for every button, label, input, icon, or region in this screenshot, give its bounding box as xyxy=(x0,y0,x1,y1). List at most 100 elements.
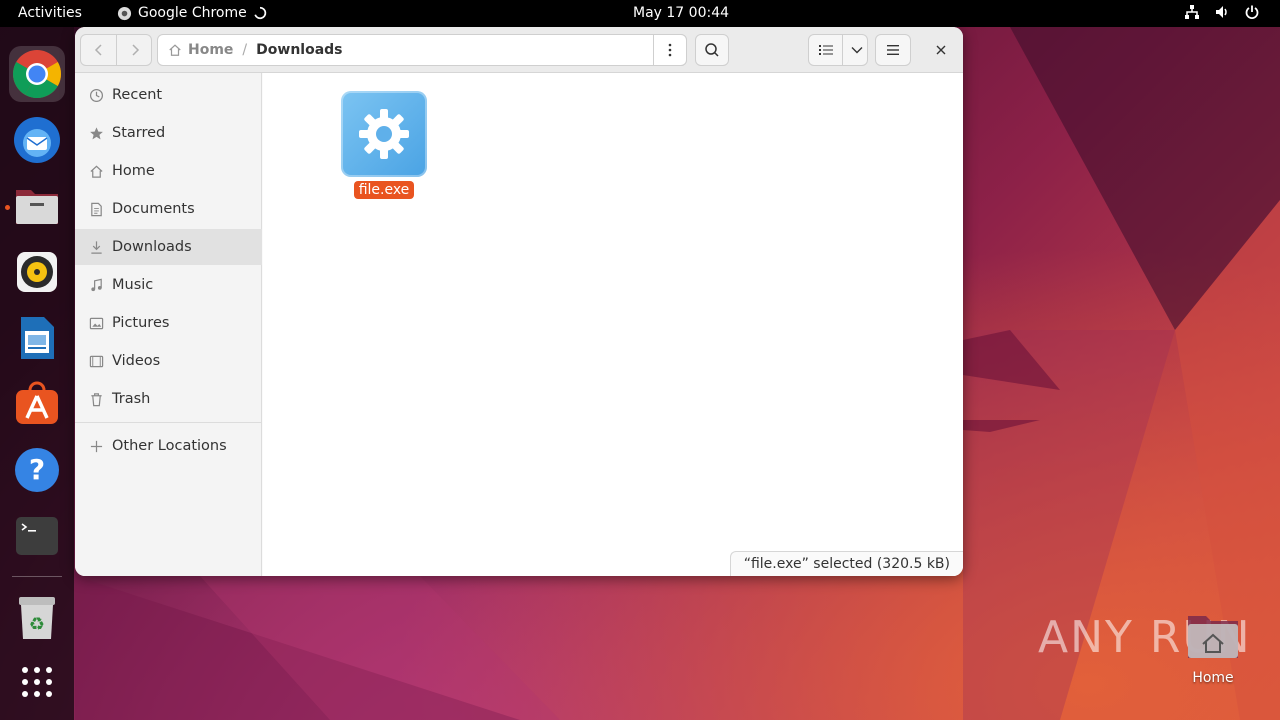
trash-icon: ♻ xyxy=(19,597,55,639)
app-center-icon xyxy=(16,381,58,424)
chevron-left-icon xyxy=(94,44,102,56)
activities-button[interactable]: Activities xyxy=(18,5,82,21)
help-icon: ? xyxy=(15,448,59,492)
sidebar-item-music[interactable]: Music xyxy=(75,267,262,303)
top-bar: Activities Google Chrome May 17 00:44 xyxy=(0,0,1280,27)
clock-icon xyxy=(88,87,104,103)
sidebar-item-label: Music xyxy=(112,277,154,293)
video-icon xyxy=(88,353,104,369)
sidebar-item-other-locations[interactable]: Other Locations xyxy=(75,428,262,464)
breadcrumb-current[interactable]: Downloads xyxy=(256,42,342,58)
files-icon xyxy=(16,190,58,224)
selection-status: “file.exe” selected (320.5 kB) xyxy=(729,551,963,576)
home-folder-icon xyxy=(1188,616,1238,658)
sidebar-item-label: Videos xyxy=(112,353,161,369)
download-icon xyxy=(88,239,104,255)
plus-icon xyxy=(88,438,104,454)
libreoffice-writer-icon xyxy=(21,317,54,359)
back-button[interactable] xyxy=(81,35,116,65)
dock-separator xyxy=(12,576,62,577)
sidebar-item-videos[interactable]: Videos xyxy=(75,343,262,379)
picture-icon xyxy=(88,315,104,331)
hamburger-menu-icon xyxy=(887,45,899,55)
sidebar-item-pictures[interactable]: Pictures xyxy=(75,305,262,341)
navigation-buttons xyxy=(80,34,152,66)
search-button[interactable] xyxy=(695,34,729,66)
document-icon xyxy=(88,201,104,217)
chevron-right-icon xyxy=(131,44,139,56)
loading-spinner-icon xyxy=(254,6,266,20)
main-menu-button[interactable] xyxy=(875,34,911,66)
app-menu-label: Google Chrome xyxy=(138,5,247,21)
dock-thunderbird[interactable] xyxy=(9,112,65,168)
svg-text:♻: ♻ xyxy=(29,614,45,635)
system-tray[interactable] xyxy=(1184,4,1260,20)
app-menu[interactable]: Google Chrome xyxy=(117,5,267,21)
power-icon[interactable] xyxy=(1244,4,1260,20)
sidebar-item-home[interactable]: Home xyxy=(75,153,262,189)
volume-icon[interactable] xyxy=(1214,4,1230,20)
star-icon xyxy=(88,125,104,141)
search-icon xyxy=(705,43,719,57)
file-view[interactable]: file.exe “file.exe” selected (320.5 kB) xyxy=(263,73,963,576)
dock-help[interactable]: ? xyxy=(9,442,65,498)
forward-button[interactable] xyxy=(117,35,152,65)
dock: ? ♻ xyxy=(0,27,74,720)
breadcrumb-home[interactable]: Home xyxy=(188,42,233,58)
network-icon[interactable] xyxy=(1184,4,1200,20)
desktop-home-label: Home xyxy=(1192,670,1234,686)
dock-show-apps[interactable] xyxy=(9,654,65,710)
sidebar-item-label: Trash xyxy=(112,391,151,407)
dock-trash[interactable]: ♻ xyxy=(9,590,65,646)
breadcrumb-separator: / xyxy=(242,42,248,58)
sidebar-item-label: Documents xyxy=(112,201,195,217)
dock-app-center[interactable] xyxy=(9,376,65,432)
sidebar-item-starred[interactable]: Starred xyxy=(75,115,262,151)
chrome-icon xyxy=(12,50,62,99)
chevron-down-icon xyxy=(851,47,863,54)
view-mode-buttons xyxy=(808,34,868,66)
header-bar: Home / Downloads xyxy=(75,27,963,73)
sidebar-item-recent[interactable]: Recent xyxy=(75,77,262,113)
sidebar-item-label: Home xyxy=(112,163,155,179)
show-apps-icon xyxy=(22,667,52,697)
sidebar: Recent Starred Home Documents Downloads … xyxy=(75,73,262,576)
chrome-small-icon xyxy=(117,6,132,20)
close-icon xyxy=(936,45,946,55)
sidebar-item-documents[interactable]: Documents xyxy=(75,191,262,227)
view-options-button[interactable] xyxy=(842,35,872,65)
sidebar-item-label: Downloads xyxy=(112,239,192,255)
kebab-menu-icon xyxy=(668,43,672,57)
sidebar-item-label: Other Locations xyxy=(112,438,227,454)
dock-rhythmbox[interactable] xyxy=(9,244,65,300)
music-icon xyxy=(88,277,104,293)
files-window: Home / Downloads Recent Starred Home Doc… xyxy=(75,27,963,576)
desktop-home-shortcut[interactable]: Home xyxy=(1178,612,1248,686)
svg-text:?: ? xyxy=(29,453,45,486)
sidebar-item-downloads[interactable]: Downloads xyxy=(75,229,262,265)
home-icon xyxy=(88,163,104,179)
dock-chrome[interactable] xyxy=(9,46,65,102)
path-bar[interactable]: Home / Downloads xyxy=(157,34,687,66)
home-icon xyxy=(169,44,181,56)
path-menu-button[interactable] xyxy=(653,34,687,66)
dock-files[interactable] xyxy=(9,178,65,234)
files-running-indicator xyxy=(5,205,10,210)
dock-terminal[interactable] xyxy=(9,508,65,564)
sidebar-item-trash[interactable]: Trash xyxy=(75,381,262,417)
close-button[interactable] xyxy=(927,34,955,66)
clock[interactable]: May 17 00:44 xyxy=(633,5,729,21)
executable-gear-icon xyxy=(341,91,427,177)
list-view-button[interactable] xyxy=(811,35,841,65)
rhythmbox-icon xyxy=(17,252,57,292)
file-name-label: file.exe xyxy=(353,181,415,199)
thunderbird-icon xyxy=(14,117,60,163)
terminal-icon xyxy=(16,517,58,555)
dock-writer[interactable] xyxy=(9,310,65,366)
sidebar-item-label: Recent xyxy=(112,87,163,103)
file-item[interactable]: file.exe xyxy=(341,91,427,199)
sidebar-item-label: Pictures xyxy=(112,315,170,331)
list-view-icon xyxy=(819,45,833,55)
sidebar-item-label: Starred xyxy=(112,125,166,141)
trash-icon xyxy=(88,391,104,407)
